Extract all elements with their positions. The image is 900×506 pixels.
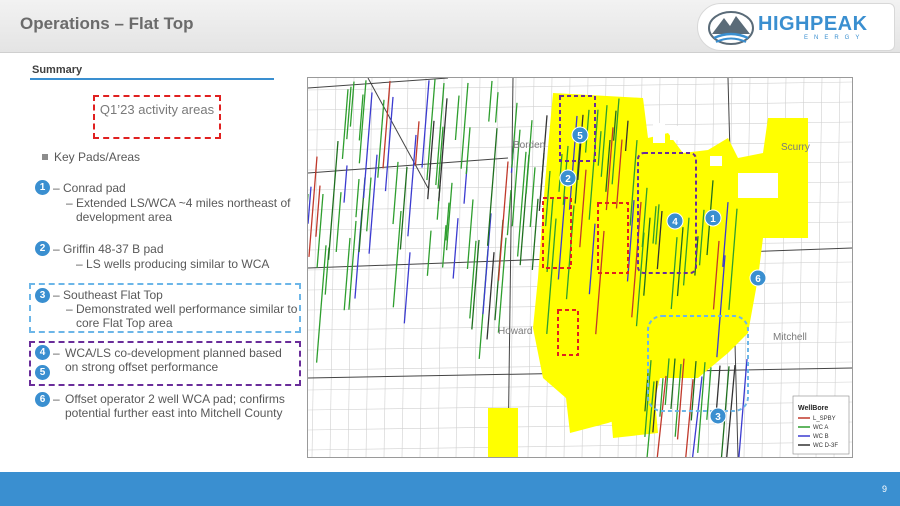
label-borden: Borden [513, 140, 545, 151]
item-2-detail: – LS wells producing similar to WCA [76, 257, 270, 271]
marker-2-badge: 2 [35, 241, 50, 256]
item-3-detail-text: Demonstrated well performance similar to… [76, 302, 298, 330]
well-stick [414, 121, 420, 166]
map-svg: Borden Scurry Howard Mitchell 5 2 4 1 6 … [308, 78, 852, 457]
logo-name: HIGHPEAK [758, 13, 868, 35]
well-stick [486, 252, 495, 340]
well-stick [341, 89, 349, 159]
well-stick [497, 237, 507, 333]
well-stick [343, 165, 348, 203]
well-stick [407, 134, 417, 237]
well-stick [466, 199, 474, 270]
item-2-detail-text: LS wells producing similar to WCA [86, 257, 270, 271]
page-title: Operations – Flat Top [20, 14, 194, 33]
map-marker-6-text: 6 [755, 274, 761, 285]
well-stick [525, 120, 533, 194]
item-1-detail: – Extended LS/WCA ~4 miles northeast of d… [66, 196, 298, 224]
item-4-title-text: WCA/LS co-development planned based on s… [65, 346, 282, 374]
map-legend: WellBore L_SPBY WC A WC B WC D-3F [792, 395, 850, 455]
map-marker-4-text: 4 [672, 217, 678, 228]
well-stick [441, 225, 447, 268]
item-2-title: – Griffin 48-37 B pad [53, 242, 164, 256]
legend-label: WC D-3F [813, 443, 838, 449]
well-stick [308, 186, 312, 224]
well-stick [454, 95, 460, 141]
map-marker-2: 2 [559, 169, 577, 187]
marker-4-badge: 4 [35, 345, 50, 360]
label-mitchell: Mitchell [773, 332, 807, 343]
footer-bar: 9 [0, 472, 900, 506]
label-howard: Howard [498, 326, 532, 337]
logo-subtitle: ENERGY [804, 35, 866, 41]
key-pads-heading: Key Pads/Areas [42, 150, 140, 164]
marker-5-badge: 5 [35, 365, 50, 380]
well-stick [469, 240, 477, 319]
well-stick [497, 161, 509, 281]
legend-label: WC A [813, 425, 828, 431]
item-2-title-text: Griffin 48-37 B pad [63, 242, 164, 256]
page-number: 9 [881, 484, 887, 494]
item-6-title-text: Offset operator 2 well WCA pad; confirms… [65, 392, 285, 420]
marker-3-badge: 3 [35, 288, 50, 303]
label-scurry: Scurry [781, 142, 810, 153]
summary-underline [30, 78, 274, 80]
marker-1-badge: 1 [35, 180, 50, 195]
well-stick [465, 127, 471, 175]
item-3-title: – Southeast Flat Top [53, 288, 163, 302]
legend-title: WellBore [798, 405, 828, 412]
acreage-map: Borden Scurry Howard Mitchell 5 2 4 1 6 … [307, 77, 853, 458]
item-1-title: – Conrad pad [53, 181, 126, 195]
map-marker-4: 4 [666, 212, 684, 230]
well-stick [738, 358, 748, 457]
well-stick [355, 179, 360, 218]
item-4-title: – WCA/LS co-development planned based on … [53, 346, 297, 374]
well-stick [315, 185, 321, 237]
well-stick [452, 218, 459, 279]
well-stick [366, 177, 372, 232]
activity-areas-legend: Q1’23 activity areas [93, 95, 221, 139]
mountain-logo-icon [708, 11, 754, 45]
map-marker-6: 6 [749, 269, 767, 287]
well-stick [392, 161, 399, 225]
legend-label: WC B [813, 434, 829, 440]
marker-6-badge: 6 [35, 392, 50, 407]
map-marker-1: 1 [704, 209, 722, 227]
map-marker-2-text: 2 [565, 174, 571, 185]
item-1-title-text: Conrad pad [63, 181, 126, 195]
item-6-title: – Offset operator 2 well WCA pad; confirm… [53, 392, 297, 420]
bullet-square-icon [42, 153, 48, 160]
well-stick [506, 190, 512, 236]
well-stick [392, 210, 402, 308]
summary-heading: Summary [32, 64, 83, 76]
header-bar: Operations – Flat Top HIGHPEAK ENERGY [0, 0, 900, 53]
item-3-title-text: Southeast Flat Top [63, 288, 163, 302]
map-marker-5-text: 5 [577, 131, 583, 142]
map-marker-1-text: 1 [710, 214, 716, 225]
well-stick [335, 192, 342, 252]
well-stick [438, 98, 448, 202]
key-pads-label: Key Pads/Areas [54, 150, 141, 164]
map-marker-5: 5 [571, 126, 589, 144]
legend-label: L_SPBY [813, 416, 836, 422]
map-marker-3: 3 [709, 407, 727, 425]
well-stick [460, 82, 469, 169]
item-1-detail-text: Extended LS/WCA ~4 miles northeast of de… [76, 196, 291, 224]
well-stick [426, 230, 432, 276]
item-3-detail: – Demonstrated well performance similar t… [66, 302, 298, 330]
map-marker-3-text: 3 [715, 412, 721, 423]
company-logo: HIGHPEAK ENERGY [697, 3, 895, 51]
